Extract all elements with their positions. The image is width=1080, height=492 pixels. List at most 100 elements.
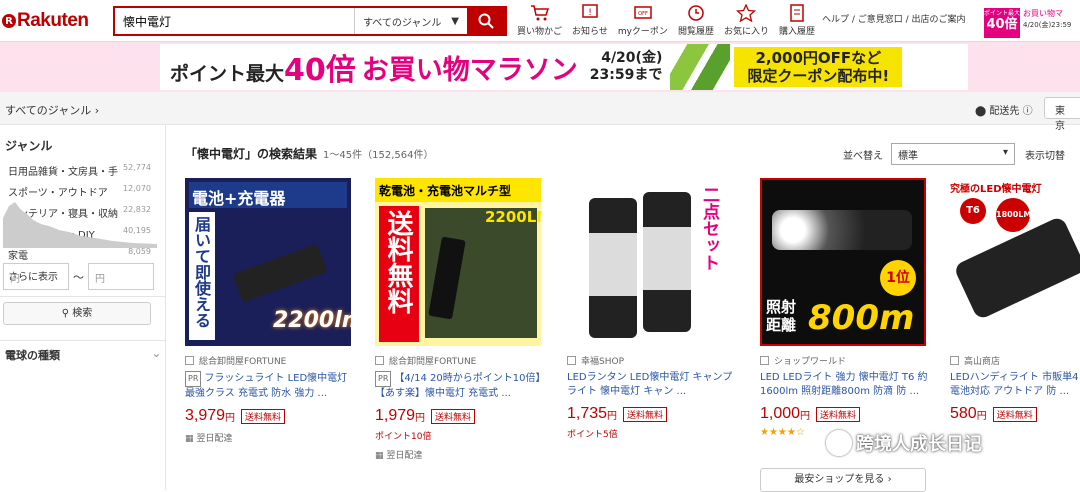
banner-marathon: お買い物マラソン bbox=[361, 54, 578, 86]
history-icon bbox=[688, 5, 704, 21]
shop-name[interactable]: 総合卸問屋FORTUNE bbox=[185, 354, 355, 367]
point-badge-left: ポイント最大 40倍 bbox=[984, 8, 1020, 38]
search-icon: ⚲ bbox=[61, 308, 73, 319]
nav-history[interactable]: 閲覧履歴 bbox=[678, 4, 714, 37]
star-icon bbox=[736, 4, 757, 22]
price-row: 580 円送料無料 bbox=[950, 405, 1080, 423]
search-button[interactable] bbox=[467, 8, 505, 34]
search-box: 懐中電灯 すべてのジャンル ▼ bbox=[113, 6, 507, 36]
dropdown-arrow-icon: ▼ bbox=[451, 15, 459, 27]
logo-mark-icon: R bbox=[2, 14, 16, 28]
price-search-button[interactable]: ⚲ 検索 bbox=[3, 302, 151, 325]
genre-item[interactable]: 日用品雑貨・文房具・手 52,774 bbox=[0, 160, 165, 181]
receipt-icon bbox=[790, 4, 804, 22]
product-title[interactable]: PR フラッシュライト LED懐中電灯 最強クラス 充電式 防水 強力 ... bbox=[185, 371, 355, 401]
shop-icon bbox=[760, 356, 769, 365]
free-shipping-badge: 送料無料 bbox=[992, 406, 1037, 422]
product-title[interactable]: LEDランタン LED懐中電灯 キャンプライト 懐中電灯 キャン ... bbox=[567, 371, 737, 399]
shop-name[interactable]: 高山商店 bbox=[950, 354, 1080, 367]
price-row: 1,979 円送料無料 bbox=[375, 407, 545, 425]
product-card[interactable]: 1位 照射距離 800m ショップワールド LED LEDライト 強力 懐中電灯… bbox=[760, 178, 930, 438]
search-icon bbox=[478, 13, 494, 29]
header: R Rakuten 懐中電灯 すべてのジャンル ▼ 買い物かご ! お知らせ OF… bbox=[0, 0, 1080, 42]
svg-text:OFF: OFF bbox=[638, 11, 648, 17]
points-label: ポイント5倍 bbox=[567, 430, 618, 440]
banner-coupon: 2,000円OFFなど 限定クーポン配布中! bbox=[734, 47, 903, 87]
notice-icon: ! bbox=[582, 4, 598, 18]
box-icon: ▦ bbox=[375, 451, 387, 461]
breadcrumb-bar: すべてのジャンル › ⬤ 配送先 ⓘ 東京 bbox=[0, 92, 1080, 132]
product-card[interactable]: 二点セット 幸福SHOP LEDランタン LED懐中電灯 キャンプライト 懐中電… bbox=[567, 178, 737, 440]
leaf-decoration-icon bbox=[670, 44, 731, 90]
nav-purchase[interactable]: 購入履歴 bbox=[779, 4, 815, 37]
free-shipping-badge: 送料無料 bbox=[816, 406, 861, 422]
location-pin-icon: ⬤ bbox=[975, 106, 990, 117]
search-input[interactable]: 懐中電灯 bbox=[115, 8, 355, 34]
points-label: ポイント10倍 bbox=[375, 432, 432, 442]
product-image[interactable]: 究極のLED懐中電灯 T6 1800LM bbox=[950, 178, 1080, 346]
product-image[interactable]: 乾電池・充電池マルチ型 送料無料 2200LM bbox=[375, 178, 541, 346]
box-icon: ▦ bbox=[185, 434, 197, 444]
dropdown-arrow-icon: ▾ bbox=[1002, 147, 1008, 158]
help-icon: ⓘ bbox=[1022, 106, 1033, 117]
price-row: 1,000 円送料無料 bbox=[760, 405, 930, 423]
banner-date: 4/20(金) 23:59まで bbox=[589, 50, 663, 83]
wechat-icon bbox=[826, 430, 852, 456]
product-card[interactable]: 究極のLED懐中電灯 T6 1800LM 高山商店 LEDハンディライト 市販単… bbox=[950, 178, 1080, 423]
sort-select[interactable]: 標準 ▾ bbox=[891, 143, 1015, 165]
cart-icon bbox=[530, 5, 549, 21]
shop-name[interactable]: 総合卸問屋FORTUNE bbox=[375, 354, 545, 367]
free-shipping-badge: 送料無料 bbox=[431, 408, 476, 424]
product-image[interactable]: 電池+充電器 届いて即使える 2200lm bbox=[185, 178, 351, 346]
product-card[interactable]: 電池+充電器 届いて即使える 2200lm 総合卸問屋FORTUNE PRフラッ… bbox=[185, 178, 355, 444]
banner-points: ポイント最大40倍 bbox=[170, 53, 356, 88]
shop-icon bbox=[950, 356, 959, 365]
cheapest-shop-button[interactable]: 最安ショップを見る › bbox=[760, 468, 926, 492]
rakuten-logo[interactable]: R Rakuten bbox=[2, 10, 89, 32]
free-shipping-badge: 送料無料 bbox=[623, 406, 668, 422]
banner-inner: ポイント最大40倍 お買い物マラソン 4/20(金) 23:59まで 2,000円… bbox=[160, 44, 968, 90]
product-title[interactable]: LED LEDライト 強力 懐中電灯 T6 約1600lm 照射距離800m 防… bbox=[760, 371, 930, 399]
product-title[interactable]: LEDハンディライト 市販単4電池対応 アウトドア 防 ... bbox=[950, 371, 1080, 399]
product-image[interactable]: 二点セット bbox=[567, 178, 733, 346]
price-range: 円 〜 円 bbox=[3, 263, 154, 290]
delivery-destination[interactable]: ⬤ 配送先 ⓘ bbox=[975, 102, 1033, 117]
shop-name[interactable]: ショップワールド bbox=[760, 354, 930, 367]
shop-icon bbox=[567, 356, 576, 365]
genre-select[interactable]: すべてのジャンル ▼ bbox=[355, 8, 467, 34]
breadcrumb-all-genres[interactable]: すべてのジャンル › bbox=[5, 102, 99, 118]
region-button[interactable]: 東京 bbox=[1044, 97, 1080, 132]
campaign-banner[interactable]: ポイント最大40倍 お買い物マラソン 4/20(金) 23:59まで 2,000円… bbox=[0, 42, 1080, 92]
coupon-icon: OFF bbox=[634, 6, 652, 19]
product-image[interactable]: 1位 照射距離 800m bbox=[760, 178, 926, 346]
nav-favorite[interactable]: お気に入り bbox=[724, 4, 769, 37]
point-badge[interactable]: ポイント最大 40倍 お買い物マ 4/20(金)23:59 bbox=[984, 8, 1080, 38]
nav-notice[interactable]: ! お知らせ bbox=[572, 4, 608, 37]
product-title[interactable]: PR 【4/14 20時からポイント10倍】【あす楽】懐中電灯 充電式 ... bbox=[375, 371, 545, 401]
genre-heading: ジャンル bbox=[5, 139, 53, 153]
delivery-info: ▦ 翌日配達 bbox=[185, 434, 233, 444]
price-histogram bbox=[3, 202, 157, 248]
svg-text:!: ! bbox=[588, 8, 592, 18]
product-card[interactable]: 乾電池・充電池マルチ型 送料無料 2200LM 総合卸問屋FORTUNE PR【… bbox=[375, 178, 545, 461]
bulb-type-filter[interactable]: 電球の種類 ⌄ bbox=[0, 340, 166, 365]
results-title: 「懐中電灯」の検索結果 1〜45件（152,564件） bbox=[185, 147, 434, 161]
header-nav: 買い物かご ! お知らせ OFF myクーポン 閲覧履歴 お気に入り 購入履歴 bbox=[517, 4, 825, 37]
price-min-input[interactable]: 円 bbox=[3, 263, 69, 290]
help-links[interactable]: ヘルプ / ご意見窓口 / 出店のご案内 bbox=[822, 12, 966, 25]
price-max-input[interactable]: 円 bbox=[88, 263, 154, 290]
price-row: 1,735 円送料無料 bbox=[567, 405, 737, 423]
shop-icon bbox=[185, 356, 194, 365]
watermark: 跨境人成长日记 bbox=[826, 430, 982, 456]
view-switch[interactable]: 表示切替 bbox=[1025, 147, 1065, 162]
shop-icon bbox=[375, 356, 384, 365]
point-badge-right: お買い物マ 4/20(金)23:59 bbox=[1023, 9, 1072, 29]
nav-coupon[interactable]: OFF myクーポン bbox=[618, 4, 668, 37]
nav-cart[interactable]: 買い物かご bbox=[517, 4, 562, 37]
shop-name[interactable]: 幸福SHOP bbox=[567, 354, 737, 367]
free-shipping-badge: 送料無料 bbox=[241, 408, 286, 424]
chevron-down-icon: ⌄ bbox=[151, 347, 161, 360]
price-row: 3,979 円送料無料 bbox=[185, 407, 355, 425]
sort-controls: 並べ替え 標準 ▾ 表示切替 bbox=[843, 143, 1065, 165]
delivery-info: ▦ 翌日配達 bbox=[375, 451, 423, 461]
